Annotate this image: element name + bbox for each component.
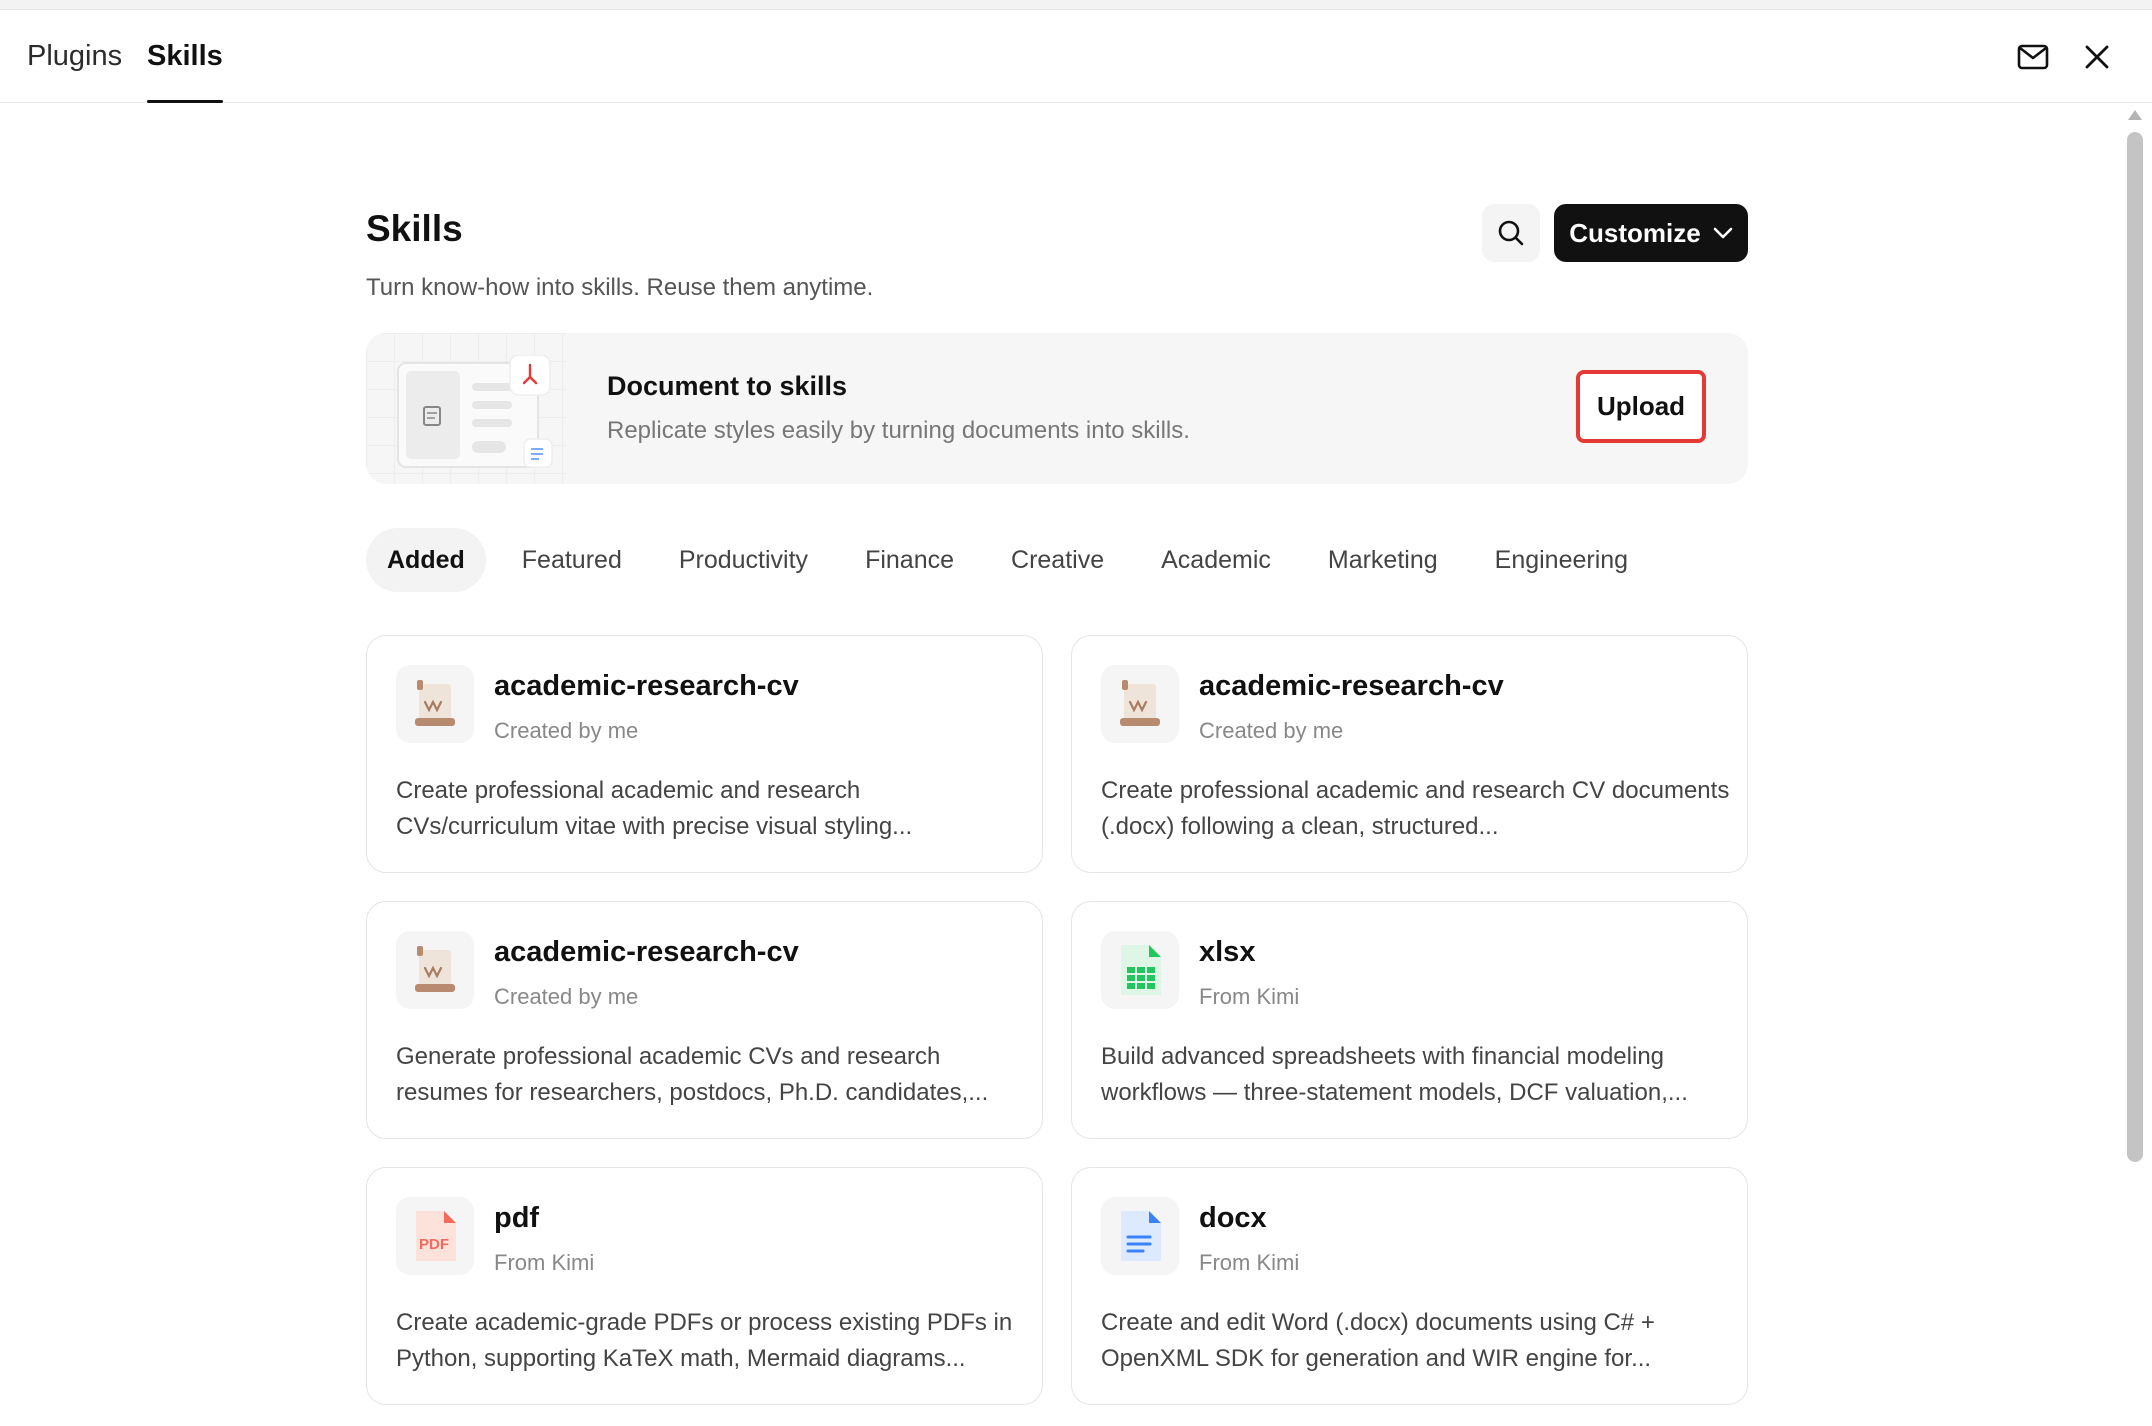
search-button[interactable] bbox=[1482, 204, 1540, 262]
scrollbar-thumb[interactable] bbox=[2127, 132, 2143, 1162]
spreadsheet-icon bbox=[1101, 931, 1179, 1009]
page-subtitle: Turn know-how into skills. Reuse them an… bbox=[366, 274, 874, 301]
customize-button[interactable]: Customize bbox=[1554, 204, 1748, 262]
filter-academic[interactable]: Academic bbox=[1140, 528, 1292, 592]
card-title: docx bbox=[1199, 1202, 1267, 1234]
banner-subtitle: Replicate styles easily by turning docum… bbox=[607, 417, 1190, 444]
customize-label: Customize bbox=[1569, 217, 1701, 248]
skill-card-academic-research-cv-3[interactable]: academic-research-cv Created by me Gener… bbox=[366, 901, 1043, 1139]
card-meta: Created by me bbox=[494, 718, 639, 743]
category-filters: Added Featured Productivity Finance Crea… bbox=[366, 528, 1664, 592]
scroll-icon bbox=[396, 931, 474, 1009]
filter-productivity[interactable]: Productivity bbox=[658, 528, 829, 592]
card-title: academic-research-cv bbox=[494, 670, 799, 702]
document-illustration-icon bbox=[396, 354, 556, 473]
header: Plugins Skills bbox=[0, 10, 2152, 103]
card-meta: Created by me bbox=[494, 984, 639, 1009]
card-description: Create academic-grade PDFs or process ex… bbox=[396, 1309, 1013, 1372]
skill-card-academic-research-cv-1[interactable]: academic-research-cv Created by me Creat… bbox=[366, 635, 1043, 873]
card-meta: From Kimi bbox=[1199, 1250, 1300, 1275]
card-description: Create professional academic and researc… bbox=[396, 777, 913, 840]
scroll-icon bbox=[1101, 665, 1179, 743]
card-meta: Created by me bbox=[1199, 718, 1344, 743]
scroll-up-arrow-icon[interactable] bbox=[2128, 110, 2142, 120]
filter-added[interactable]: Added bbox=[366, 528, 486, 592]
filter-marketing[interactable]: Marketing bbox=[1307, 528, 1459, 592]
card-meta: From Kimi bbox=[494, 1250, 595, 1275]
skill-card-pdf[interactable]: PDF pdf From Kimi Create academic-grade … bbox=[366, 1167, 1043, 1405]
skill-card-xlsx[interactable]: xlsx From Kimi Build advanced spreadshee… bbox=[1071, 901, 1748, 1139]
filter-creative[interactable]: Creative bbox=[990, 528, 1125, 592]
tab-skills[interactable]: Skills bbox=[147, 10, 223, 103]
card-title: pdf bbox=[494, 1202, 540, 1234]
card-title: xlsx bbox=[1199, 936, 1256, 968]
card-description: Create professional academic and researc… bbox=[1101, 777, 1730, 840]
word-document-icon bbox=[1101, 1197, 1179, 1275]
banner-title: Document to skills bbox=[607, 371, 848, 401]
scrollbar[interactable] bbox=[2124, 110, 2144, 1426]
card-description: Generate professional academic CVs and r… bbox=[396, 1043, 989, 1106]
filter-featured[interactable]: Featured bbox=[501, 528, 643, 592]
card-title: academic-research-cv bbox=[494, 936, 799, 968]
mail-icon[interactable] bbox=[2012, 36, 2054, 78]
card-meta: From Kimi bbox=[1199, 984, 1300, 1009]
scroll-icon bbox=[396, 665, 474, 743]
pdf-file-icon: PDF bbox=[396, 1197, 474, 1275]
search-icon bbox=[1498, 220, 1524, 246]
skill-card-docx[interactable]: docx From Kimi Create and edit Word (.do… bbox=[1071, 1167, 1748, 1405]
filter-engineering[interactable]: Engineering bbox=[1474, 528, 1649, 592]
tab-plugins[interactable]: Plugins bbox=[27, 10, 122, 103]
document-to-skills-banner: Document to skills Replicate styles easi… bbox=[366, 333, 1748, 484]
card-title: academic-research-cv bbox=[1199, 670, 1504, 702]
upload-button[interactable]: Upload bbox=[1576, 370, 1706, 443]
chevron-down-icon bbox=[1713, 227, 1733, 239]
window-top-strip bbox=[0, 0, 2152, 10]
close-icon[interactable] bbox=[2076, 36, 2118, 78]
skill-card-academic-research-cv-2[interactable]: academic-research-cv Created by me Creat… bbox=[1071, 635, 1748, 873]
card-description: Create and edit Word (.docx) documents u… bbox=[1101, 1309, 1655, 1372]
card-description: Build advanced spreadsheets with financi… bbox=[1101, 1043, 1688, 1106]
pdf-icon-label: PDF bbox=[419, 1236, 449, 1253]
page-title: Skills bbox=[366, 208, 463, 249]
filter-finance[interactable]: Finance bbox=[844, 528, 975, 592]
